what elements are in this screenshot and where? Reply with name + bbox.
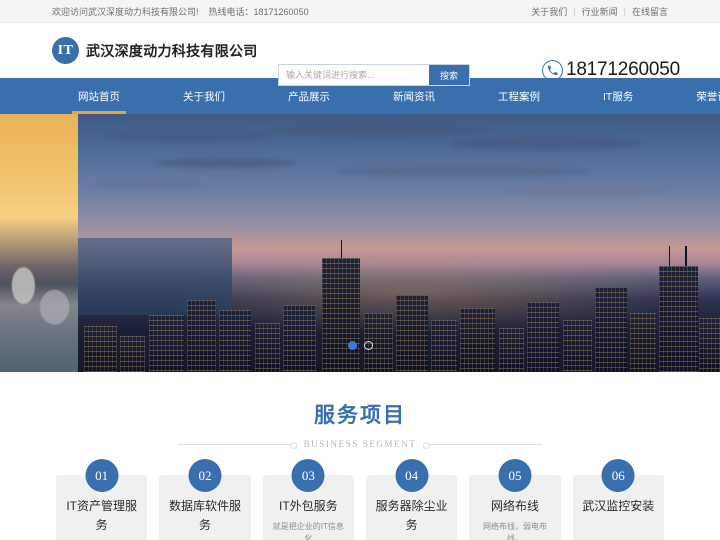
divider-line-right [423, 441, 543, 449]
service-card-title: 武汉监控安装 [582, 499, 655, 513]
nav-item-home[interactable]: 网站首页 [58, 78, 140, 114]
section-subtitle-row: BUSINESS SEGMENT [0, 439, 720, 449]
service-card-number: 02 [188, 459, 222, 492]
service-card-desc: 网络布线，弱电布线， [482, 522, 547, 540]
company-name: 武汉深度动力科技有限公司 [86, 42, 258, 59]
service-card[interactable]: 06 武汉监控安装 [572, 459, 664, 540]
nav-item-about[interactable]: 关于我们 [163, 78, 245, 114]
service-card[interactable]: 01 IT资产管理服务 [56, 459, 148, 540]
nav-item-products[interactable]: 产品展示 [268, 78, 350, 114]
service-card-number: 05 [498, 459, 532, 492]
service-card-title: IT外包服务 [278, 499, 338, 513]
nav-item-it-service[interactable]: IT服务 [583, 78, 653, 114]
service-card[interactable]: 02 数据库软件服务 [159, 459, 251, 540]
service-card-desc: 就是把企业的IT信息化 [272, 522, 344, 540]
section-title: 服务项目 [314, 404, 406, 427]
carousel-dot-1[interactable] [347, 341, 357, 350]
brand-logo[interactable]: IT 武汉深度动力科技有限公司 [52, 37, 258, 64]
nav-item-certificates[interactable]: 荣誉证书 [676, 78, 720, 114]
service-card[interactable]: 03 IT外包服务 就是把企业的IT信息化 [262, 459, 354, 540]
topbar-separator: | [573, 6, 576, 16]
service-card-number: 06 [601, 459, 635, 492]
service-card-list: 01 IT资产管理服务 02 数据库软件服务 03 IT外包服务 就是把企业的I… [0, 459, 720, 540]
service-card[interactable]: 05 网络布线 网络布线，弱电布线， [469, 459, 561, 540]
service-card-number: 04 [395, 459, 429, 492]
service-card-title: 服务器除尘业务 [375, 499, 448, 533]
hotline-text: 热线电话：18171260050 [208, 6, 309, 17]
section-subtitle: BUSINESS SEGMENT [303, 439, 417, 449]
topbar-link-message[interactable]: 在线留言 [632, 5, 668, 18]
welcome-text: 欢迎访问武汉深度动力科技有限公司! [52, 6, 199, 17]
nav-item-cases[interactable]: 工程案例 [478, 78, 560, 114]
service-card-title: IT资产管理服务 [66, 499, 137, 533]
service-card-title: 数据库软件服务 [168, 499, 241, 533]
site-header: IT 武汉深度动力科技有限公司 搜索 18171260050 [0, 23, 720, 86]
logo-icon: IT [52, 37, 79, 64]
top-bar-left: 欢迎访问武汉深度动力科技有限公司! 热线电话：18171260050 [52, 5, 309, 18]
carousel-dot-2[interactable] [363, 341, 373, 350]
carousel-indicators [0, 341, 720, 350]
topbar-link-news[interactable]: 行业新闻 [582, 5, 618, 18]
top-bar-links: 关于我们 | 行业新闻 | 在线留言 [531, 5, 668, 18]
banner-main-image [78, 114, 720, 372]
service-card[interactable]: 04 服务器除尘业务 [365, 459, 458, 540]
top-bar: 欢迎访问武汉深度动力科技有限公司! 热线电话：18171260050 关于我们 … [0, 0, 720, 23]
topbar-link-about[interactable]: 关于我们 [531, 5, 567, 18]
services-section: 服务项目 BUSINESS SEGMENT 01 IT资产管理服务 02 数据库… [0, 372, 720, 540]
hero-banner[interactable] [0, 114, 720, 372]
service-card-number: 03 [291, 459, 325, 492]
topbar-separator: | [623, 6, 626, 16]
service-card-title: 网络布线 [490, 499, 539, 513]
service-card-number: 01 [85, 459, 119, 492]
divider-line-left [177, 441, 297, 449]
banner-side-image [0, 114, 78, 372]
nav-item-news[interactable]: 新闻资讯 [373, 78, 455, 114]
